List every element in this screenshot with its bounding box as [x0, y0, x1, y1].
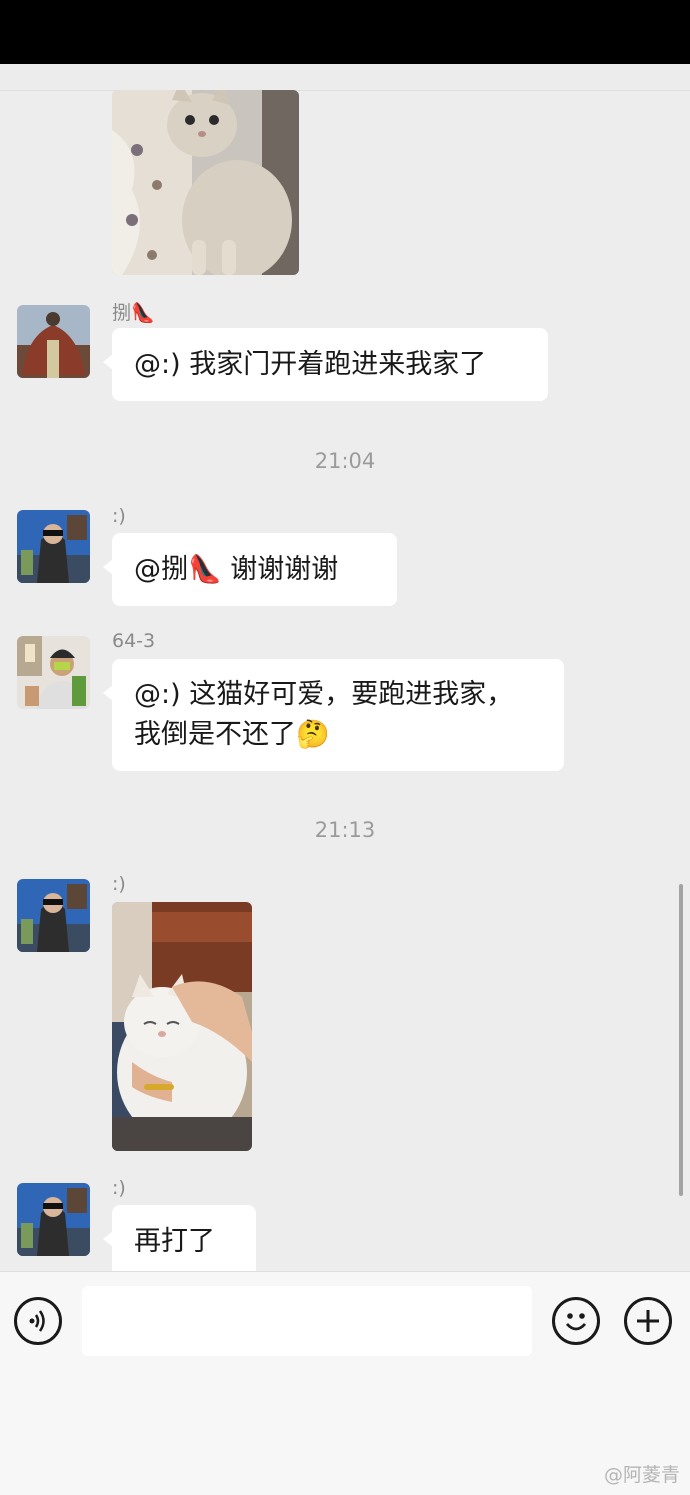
sender-name: :): [112, 505, 126, 527]
avatar-smile[interactable]: [17, 879, 90, 952]
sender-name: :): [112, 1177, 126, 1199]
title-bar-remnant: [0, 64, 690, 91]
plus-icon: [637, 1310, 659, 1332]
avatar-8[interactable]: [17, 305, 90, 378]
plus-button[interactable]: [624, 1297, 672, 1345]
sender-name: 捌👠: [112, 302, 155, 324]
message-text: @捌👠 谢谢谢谢: [134, 554, 339, 585]
cat-photo-top[interactable]: [112, 90, 299, 275]
voice-button[interactable]: [14, 1297, 62, 1345]
emoji-button[interactable]: [552, 1297, 600, 1345]
sender-name: 64-3: [112, 630, 156, 652]
top-bar: [0, 0, 690, 64]
message-text-line1: @:) 这猫好可爱，要跑进我家，: [134, 679, 514, 710]
message-input[interactable]: [82, 1286, 532, 1356]
message-bubble[interactable]: @:) 这猫好可爱，要跑进我家， 我倒是不还了🤔: [103, 659, 564, 771]
avatar-64-3[interactable]: [17, 636, 90, 709]
message-bubble[interactable]: 再打了: [103, 1205, 256, 1278]
message-bubble[interactable]: @:) 我家门开着跑进来我家了: [103, 328, 548, 401]
message-text: @:) 我家门开着跑进来我家了: [134, 349, 487, 380]
scrollbar[interactable]: [679, 884, 683, 1196]
voice-icon: [29, 1310, 45, 1332]
emoji-icon: [565, 1313, 587, 1331]
message-bubble[interactable]: @捌👠 谢谢谢谢: [103, 533, 397, 606]
timestamp: 21:13: [314, 818, 376, 842]
message-text-line2: 我倒是不还了🤔: [134, 719, 330, 750]
avatar-smile[interactable]: [17, 1183, 90, 1256]
timestamp: 21:04: [314, 449, 376, 473]
message-text: 再打了: [134, 1226, 215, 1257]
input-bar: @阿菱青: [0, 1271, 690, 1495]
cat-photo[interactable]: [112, 902, 252, 1151]
watermark: @阿菱青: [603, 1464, 680, 1486]
sender-name: :): [112, 873, 126, 895]
avatar-smile[interactable]: [17, 510, 90, 583]
